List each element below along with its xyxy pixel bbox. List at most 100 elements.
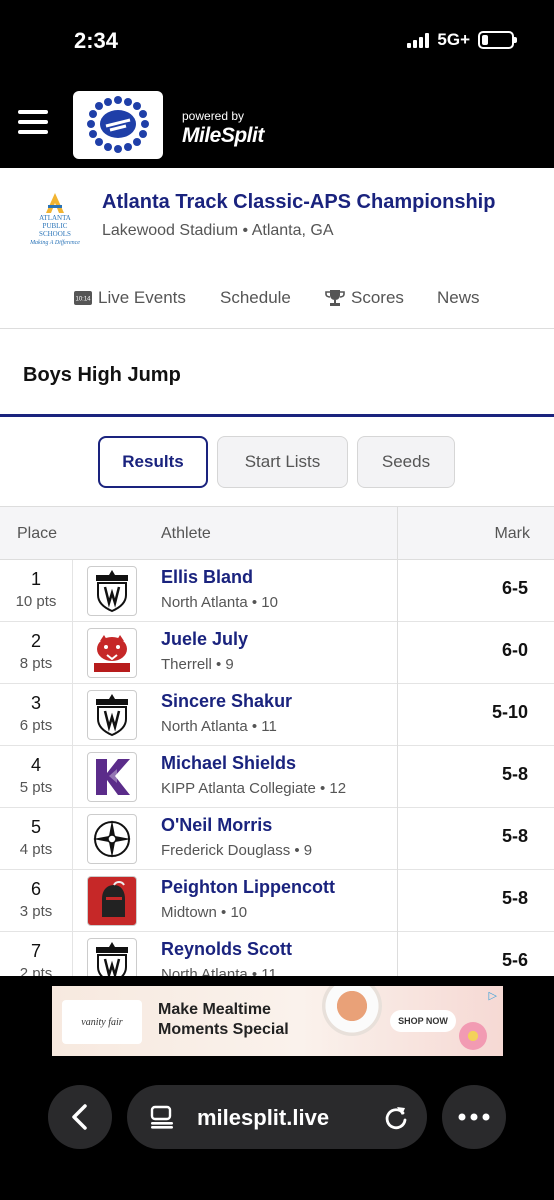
torch-icon bbox=[46, 193, 64, 213]
warriors-shield-icon bbox=[96, 694, 128, 737]
nav-live-events[interactable]: 10:14 Live Events bbox=[74, 288, 186, 308]
column-header-mark: Mark bbox=[494, 525, 530, 542]
more-button[interactable] bbox=[442, 1085, 506, 1149]
aps-logo-line: SCHOOLS bbox=[39, 230, 71, 238]
app-header: 2:34 5G+ powered by MileSplit bbox=[0, 0, 554, 168]
back-button[interactable] bbox=[48, 1085, 112, 1149]
tab-seeds[interactable]: Seeds bbox=[357, 436, 455, 488]
powered-by-label: powered by bbox=[182, 109, 245, 123]
table-row[interactable]: 7 2 pts Reynolds Scott North Atlanta • 1… bbox=[0, 932, 554, 976]
points: 3 pts bbox=[19, 903, 53, 920]
points: 4 pts bbox=[19, 841, 53, 858]
points: 6 pts bbox=[19, 717, 53, 734]
table-row[interactable]: 4 5 pts Michael Shields KIPP Atlanta Col… bbox=[0, 746, 554, 808]
athlete-team: Therrell • 9 bbox=[161, 656, 234, 673]
place: 3 bbox=[30, 693, 41, 713]
nav-label: News bbox=[437, 288, 480, 307]
athlete-name[interactable]: Sincere Shakur bbox=[161, 691, 292, 712]
athlete-name[interactable]: O'Neil Morris bbox=[161, 815, 272, 836]
athlete-team: North Atlanta • 11 bbox=[161, 718, 277, 735]
mark: 5-6 bbox=[501, 950, 528, 970]
event-title: Boys High Jump bbox=[23, 364, 181, 386]
meet-emblem-icon bbox=[87, 96, 149, 153]
points: 8 pts bbox=[19, 655, 53, 672]
mark: 5-8 bbox=[501, 888, 528, 908]
url-text: milesplit.live bbox=[197, 1105, 330, 1130]
athlete-name[interactable]: Juele July bbox=[161, 629, 248, 650]
nav-scores[interactable]: Scores bbox=[325, 288, 404, 308]
more-dots-icon bbox=[458, 1113, 490, 1121]
mark: 6-5 bbox=[501, 578, 528, 598]
mark: 5-8 bbox=[501, 826, 528, 846]
place: 7 bbox=[30, 941, 41, 961]
address-bar[interactable]: milesplit.live bbox=[127, 1085, 427, 1149]
athlete-team: North Atlanta • 11 bbox=[161, 966, 277, 976]
team-logo bbox=[87, 752, 137, 802]
tab-results[interactable]: Results bbox=[98, 436, 208, 488]
athlete-team: KIPP Atlanta Collegiate • 12 bbox=[161, 780, 347, 797]
flower-image bbox=[459, 1022, 487, 1050]
athlete-name[interactable]: Peighton Lippencott bbox=[161, 877, 335, 898]
meet-logo[interactable] bbox=[73, 91, 163, 159]
ad-brand-logo: vanity fair bbox=[62, 1000, 142, 1044]
table-row[interactable]: 3 6 pts Sincere Shakur North Atlanta • 1… bbox=[0, 684, 554, 746]
athlete-name[interactable]: Reynolds Scott bbox=[161, 939, 292, 960]
status-time: 2:34 bbox=[74, 28, 119, 53]
ad-headline: Make Mealtime Moments Special bbox=[158, 1001, 289, 1038]
chevron-left-icon bbox=[72, 1104, 87, 1130]
shop-now-button[interactable]: SHOP NOW bbox=[390, 1010, 456, 1032]
menu-icon[interactable] bbox=[18, 110, 48, 134]
place: 2 bbox=[30, 631, 41, 651]
reload-icon[interactable] bbox=[383, 1103, 409, 1131]
athlete-team: North Atlanta • 10 bbox=[161, 594, 278, 611]
table-row[interactable]: 5 4 pts O'Neil Morris Frederick Douglass… bbox=[0, 808, 554, 870]
status-indicators: 5G+ bbox=[407, 30, 517, 50]
nav-schedule[interactable]: Schedule bbox=[220, 288, 291, 308]
team-logo bbox=[87, 690, 137, 740]
panther-icon bbox=[94, 635, 130, 672]
team-logo bbox=[87, 814, 137, 864]
points: 2 pts bbox=[19, 965, 53, 976]
knight-helmet-icon bbox=[102, 881, 125, 917]
aps-logo-line: ATLANTA bbox=[39, 214, 71, 222]
athlete-team: Frederick Douglass • 9 bbox=[161, 842, 313, 859]
team-logo bbox=[87, 938, 137, 976]
column-header-athlete: Athlete bbox=[161, 525, 211, 542]
table-row[interactable]: 6 3 pts Peighton Lippencott Midtown • 10… bbox=[0, 870, 554, 932]
tab-start-lists[interactable]: Start Lists bbox=[217, 436, 348, 488]
mark: 6-0 bbox=[501, 640, 528, 660]
place: 1 bbox=[30, 569, 41, 589]
place: 5 bbox=[30, 817, 41, 837]
column-header-place: Place bbox=[17, 525, 58, 542]
page: 2:34 5G+ powered by MileSplit ATLANTA PU… bbox=[0, 0, 554, 1200]
food-plate-image bbox=[322, 986, 382, 1036]
warriors-shield-icon bbox=[96, 570, 128, 613]
battery-icon bbox=[478, 31, 517, 49]
place: 4 bbox=[30, 755, 41, 775]
place: 6 bbox=[30, 879, 41, 899]
athlete-team: Midtown • 10 bbox=[161, 904, 248, 921]
team-logo bbox=[87, 876, 137, 926]
nav-news[interactable]: News bbox=[437, 288, 480, 308]
meet-location: Lakewood Stadium • Atlanta, GA bbox=[102, 222, 334, 239]
column-divider bbox=[72, 560, 73, 976]
milesplit-logo[interactable]: MileSplit bbox=[182, 124, 264, 148]
table-row[interactable]: 2 8 pts Juele July Therrell • 9 6-0 bbox=[0, 622, 554, 684]
compass-icon bbox=[93, 820, 131, 858]
table-row[interactable]: 1 10 pts Ellis Bland North Atlanta • 10 … bbox=[0, 560, 554, 622]
network-label: 5G+ bbox=[437, 30, 470, 49]
points: 5 pts bbox=[19, 779, 53, 796]
divider bbox=[0, 414, 554, 417]
trophy-icon bbox=[325, 290, 345, 306]
nav-label: Scores bbox=[351, 288, 404, 307]
athlete-name[interactable]: Ellis Bland bbox=[161, 567, 253, 588]
nav-label: Schedule bbox=[220, 288, 291, 307]
meet-title[interactable]: Atlanta Track Classic-APS Championship bbox=[102, 191, 495, 214]
aps-logo-line: PUBLIC bbox=[42, 222, 68, 230]
athlete-name[interactable]: Michael Shields bbox=[161, 753, 296, 774]
points: 10 pts bbox=[15, 593, 57, 610]
results-table: Place Athlete Mark 1 10 pts Ellis Bland … bbox=[0, 506, 554, 976]
ad-banner[interactable]: vanity fair Make Mealtime Moments Specia… bbox=[52, 986, 503, 1056]
ad-choices-icon[interactable]: ▷ bbox=[489, 989, 497, 1002]
nav-label: Live Events bbox=[98, 288, 186, 307]
